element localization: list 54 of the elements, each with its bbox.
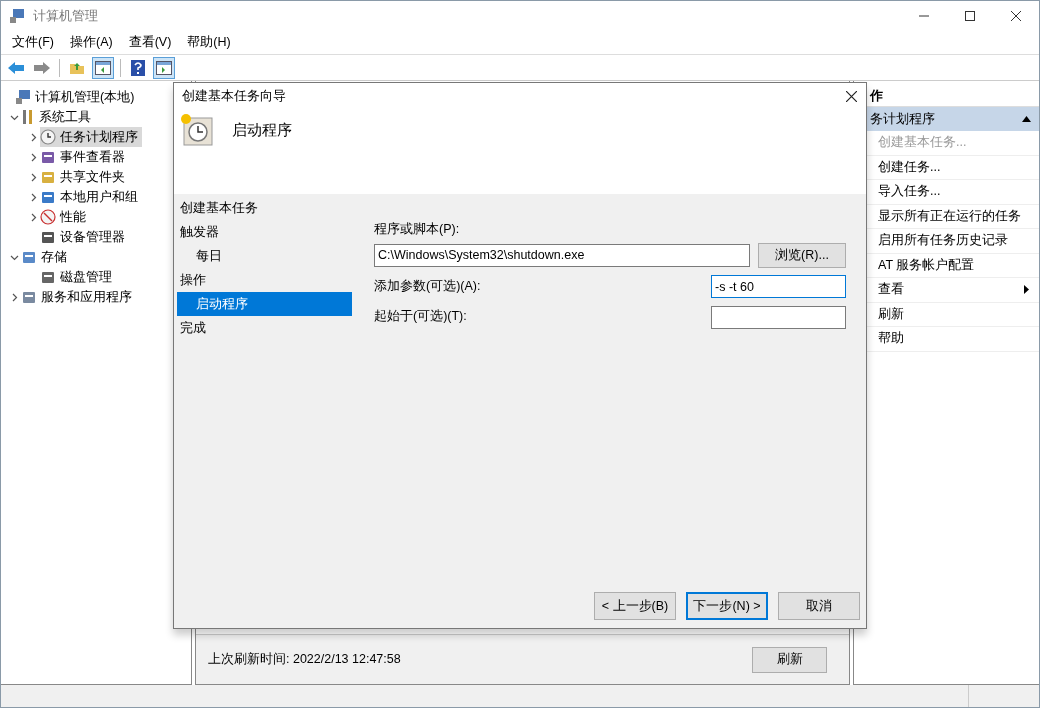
input-field[interactable] [711,305,846,329]
field-label: 程序或脚本(P): [374,221,461,238]
refresh-time-text: 上次刷新时间: 2022/2/13 12:47:58 [208,651,401,669]
tree-item[interactable]: 事件查看器 [40,147,129,167]
close-icon [1011,11,1021,21]
window-title: 计算机管理 [33,7,98,26]
toolbar-button[interactable] [92,56,114,79]
tree-item[interactable]: 计算机管理(本地) [15,87,139,107]
wizard-step[interactable]: 操作 [177,268,352,292]
dialog-button[interactable]: < 上一步(B) [594,592,676,620]
folder-up-icon [69,60,85,75]
clock-icon [180,113,214,147]
collapse-arrow-icon [1022,116,1031,122]
menu-item[interactable]: 文件(F) [5,33,61,52]
tree-item[interactable]: 设备管理器 [40,227,129,247]
steps-title: 创建基本任务 [179,199,259,217]
field-label: 起始于(可选)(T): [374,308,467,326]
dialog-title: 创建基本任务向导 [182,87,286,105]
back-arrow-icon [7,60,25,75]
close-icon [845,90,857,102]
menu-item[interactable]: 帮助(H) [180,33,238,52]
tree-item[interactable]: 共享文件夹 [40,167,129,187]
toolbar-button[interactable] [153,56,175,79]
pane-icon [156,60,172,75]
dialog-button[interactable]: 下一步(N) > [686,592,768,620]
forward-arrow-icon [33,60,51,75]
wizard-step[interactable]: 每日 [177,244,352,268]
wizard-step[interactable]: 完成 [177,316,352,340]
pane-icon [95,60,111,75]
clock-icon [40,129,56,145]
computer-icon [15,89,31,105]
input-field[interactable]: -s -t 60 [711,275,846,299]
tree-item[interactable]: 服务和应用程序 [21,287,136,307]
tree-item[interactable]: 任务计划程序 [40,127,142,147]
dialog-heading: 启动程序 [232,119,292,140]
input-field[interactable]: C:\Windows\System32\shutdown.exe [374,243,750,267]
menu-item[interactable]: 查看(V) [121,33,179,52]
wizard-step[interactable]: 启动程序 [177,292,352,316]
help-icon [131,59,145,76]
menu-item[interactable]: 操作(A) [62,33,120,52]
dialog-button[interactable]: 取消 [778,592,860,620]
tree-item[interactable]: 本地用户和组 [40,187,142,207]
tree-item[interactable]: 磁盘管理 [40,267,116,287]
maximize-icon [965,11,975,21]
tree-item[interactable]: 性能 [40,207,90,227]
field-label: 添加参数(可选)(A): [374,277,481,295]
wizard-step[interactable]: 触发器 [177,220,352,244]
actions-header: 作 [868,88,883,106]
tree-item[interactable]: 存储 [21,247,71,267]
browse-button[interactable]: 浏览(R)... [758,242,846,268]
tree-item[interactable]: 系统工具 [21,107,95,127]
refresh-button[interactable]: 刷新 [752,646,827,673]
submenu-arrow-icon [1024,285,1029,295]
computer-icon [9,8,25,24]
